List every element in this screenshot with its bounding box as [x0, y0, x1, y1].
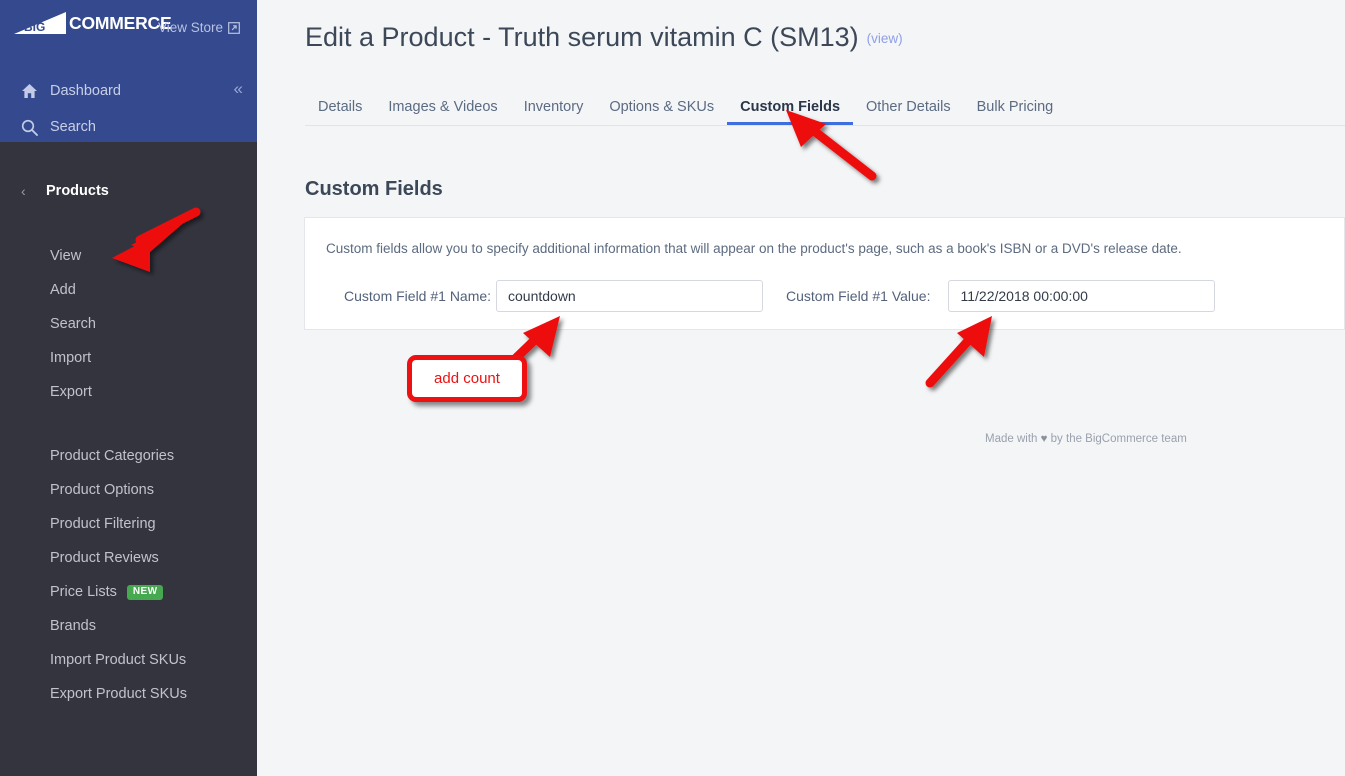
sidebar-item-product-reviews-label: Product Reviews [50, 550, 159, 566]
sidebar-collapse-button[interactable]: « [233, 79, 244, 98]
app-root: BIG COMMERCE View Store Dashboard Search… [0, 0, 1345, 776]
logo-wordmark: COMMERCE [69, 13, 172, 34]
view-store-label: View Store [158, 20, 224, 35]
sidebar-item-price-lists-label: Price Lists [50, 584, 117, 600]
sidebar-item-search[interactable]: Search [0, 110, 257, 144]
footer-suffix: by the BigCommerce team [1050, 433, 1187, 445]
custom-field-1-value-label: Custom Field #1 Value: [786, 288, 931, 304]
sidebar-item-export-label: Export [50, 384, 92, 400]
footer-credit: Made with ♥ by the BigCommerce team [985, 433, 1187, 445]
sidebar-item-search-products[interactable]: Search [0, 312, 257, 336]
double-chevron-left-icon: « [233, 79, 244, 98]
custom-field-1-name-row: Custom Field #1 Name: [344, 280, 763, 312]
tab-images-videos-label: Images & Videos [388, 98, 498, 115]
sidebar-header: BIG COMMERCE View Store Dashboard Search… [0, 0, 257, 142]
sidebar-item-brands-label: Brands [50, 618, 96, 634]
sidebar-item-view[interactable]: View [0, 244, 257, 268]
heart-icon: ♥ [1040, 433, 1048, 445]
sidebar-item-product-reviews[interactable]: Product Reviews [0, 546, 257, 570]
tab-images-videos[interactable]: Images & Videos [375, 88, 510, 125]
sidebar-item-search-label: Search [50, 119, 96, 135]
panel-description: Custom fields allow you to specify addit… [326, 241, 1182, 256]
search-icon [14, 119, 44, 136]
page-title: Edit a Product - Truth serum vitamin C (… [305, 22, 903, 53]
bigcommerce-logo[interactable]: BIG COMMERCE [14, 12, 172, 36]
sidebar-item-brands[interactable]: Brands [0, 614, 257, 638]
sidebar-item-dashboard[interactable]: Dashboard [0, 74, 257, 108]
view-store-link[interactable]: View Store [158, 20, 240, 35]
tab-bulk-pricing-label: Bulk Pricing [976, 98, 1054, 115]
external-link-icon [228, 21, 240, 34]
add-count-callout-text: add count [434, 370, 500, 387]
tab-details[interactable]: Details [305, 88, 375, 125]
sidebar-section-title: Products [46, 183, 109, 199]
sidebar-item-import-product-skus-label: Import Product SKUs [50, 652, 187, 668]
sidebar-item-import-product-skus[interactable]: Import Product SKUs [0, 648, 257, 672]
sidebar-item-product-filtering-label: Product Filtering [50, 516, 156, 532]
sidebar-item-add[interactable]: Add [0, 278, 257, 302]
sidebar-item-import[interactable]: Import [0, 346, 257, 370]
sidebar-item-export-product-skus[interactable]: Export Product SKUs [0, 682, 257, 706]
tab-other-details[interactable]: Other Details [853, 88, 964, 125]
sidebar-item-product-options-label: Product Options [50, 482, 154, 498]
sidebar-item-add-label: Add [50, 282, 76, 298]
tab-bar: Details Images & Videos Inventory Option… [305, 88, 1345, 126]
custom-field-1-value-row: Custom Field #1 Value: [786, 280, 1216, 312]
svg-text:BIG: BIG [24, 20, 45, 34]
sidebar-item-export[interactable]: Export [0, 380, 257, 404]
home-icon [14, 83, 44, 99]
footer-prefix: Made with [985, 433, 1038, 445]
sidebar-item-dashboard-label: Dashboard [50, 83, 121, 99]
sidebar-item-export-product-skus-label: Export Product SKUs [50, 686, 187, 702]
add-count-callout: add count [407, 355, 527, 402]
new-badge: NEW [126, 584, 164, 600]
sidebar-item-product-filtering[interactable]: Product Filtering [0, 512, 257, 536]
sidebar-item-view-label: View [50, 248, 82, 264]
sidebar-item-import-label: Import [50, 350, 92, 366]
tab-details-label: Details [318, 98, 363, 115]
custom-fields-panel: Custom fields allow you to specify addit… [304, 217, 1345, 330]
page-title-text: Edit a Product - Truth serum vitamin C (… [305, 22, 859, 52]
tab-custom-fields-label: Custom Fields [740, 98, 841, 115]
bigcommerce-flag-icon: BIG [14, 12, 66, 34]
sidebar-item-price-lists[interactable]: Price Lists NEW [0, 580, 257, 604]
tab-custom-fields[interactable]: Custom Fields [727, 88, 853, 125]
sidebar-section-products[interactable]: ‹ Products [0, 178, 257, 204]
tab-options-skus-label: Options & SKUs [609, 98, 715, 115]
sidebar-item-product-options[interactable]: Product Options [0, 478, 257, 502]
sidebar-item-product-categories-label: Product Categories [50, 448, 175, 464]
tab-inventory-label: Inventory [523, 98, 584, 115]
view-product-link[interactable]: (view) [867, 31, 903, 46]
tab-options-skus[interactable]: Options & SKUs [596, 88, 727, 125]
custom-field-1-value-input[interactable] [948, 280, 1216, 312]
tab-bulk-pricing[interactable]: Bulk Pricing [964, 88, 1067, 125]
chevron-left-icon: ‹ [21, 183, 26, 199]
sidebar-item-search-products-label: Search [50, 316, 96, 332]
custom-field-1-name-label: Custom Field #1 Name: [344, 288, 492, 304]
custom-field-1-name-input[interactable] [496, 280, 763, 312]
sidebar: BIG COMMERCE View Store Dashboard Search… [0, 0, 257, 776]
tab-other-details-label: Other Details [866, 98, 951, 115]
sidebar-item-product-categories[interactable]: Product Categories [0, 444, 257, 468]
section-heading: Custom Fields [305, 178, 443, 200]
tab-inventory[interactable]: Inventory [511, 88, 597, 125]
